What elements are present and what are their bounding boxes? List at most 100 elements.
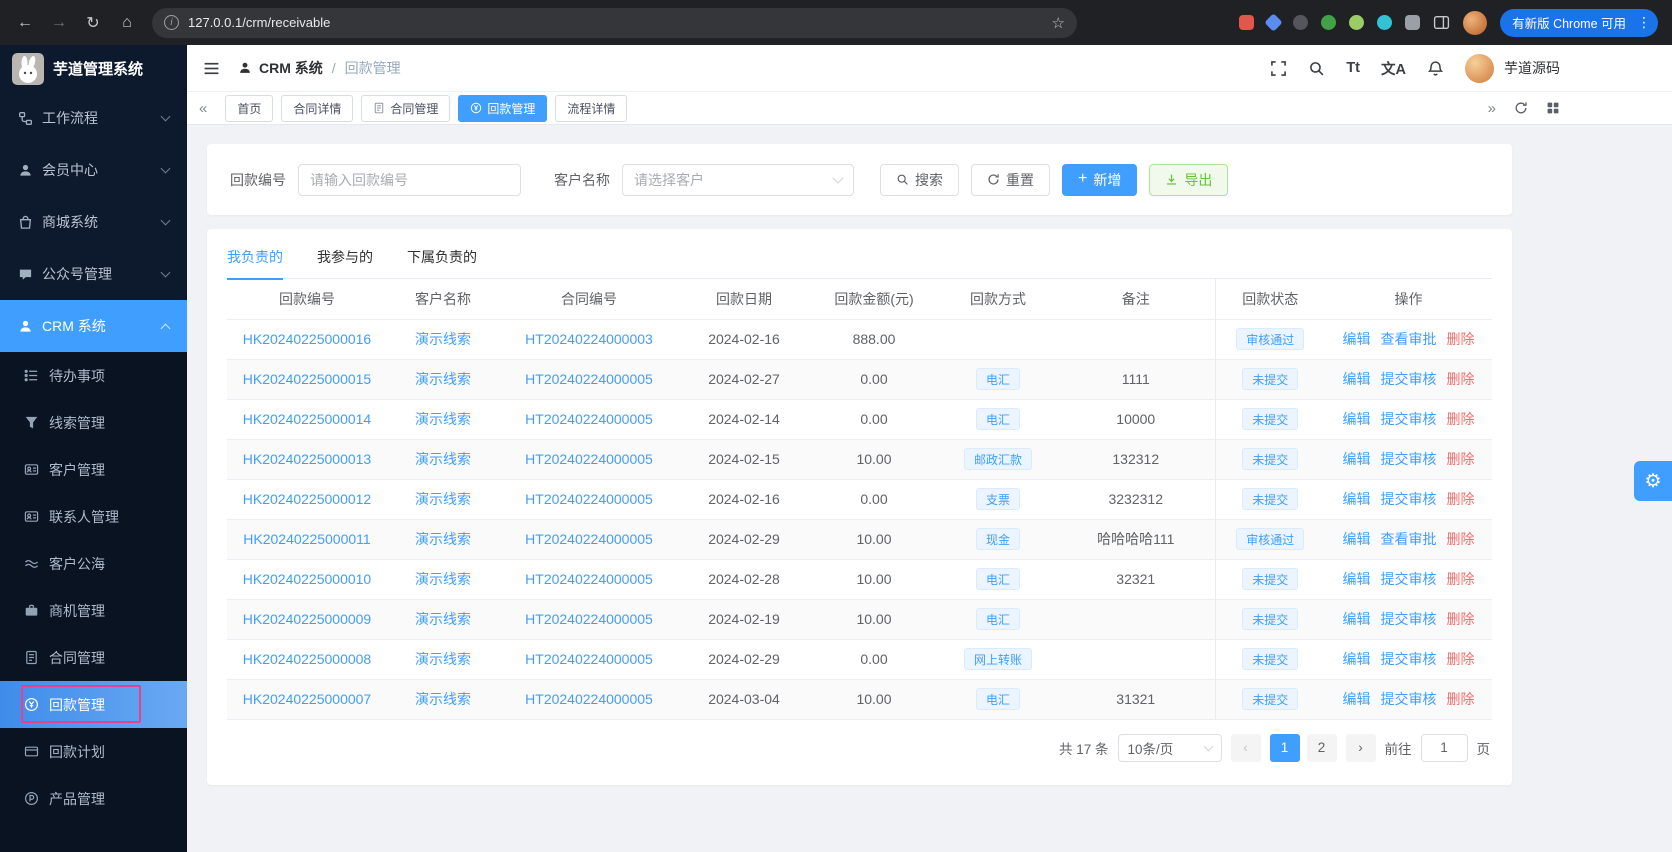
sidebar-item-workflow[interactable]: 工作流程 [0,92,187,144]
next-page-button[interactable]: › [1345,733,1376,762]
edit-link[interactable]: 编辑 [1343,611,1371,627]
contract-number-link[interactable]: HT20240224000005 [525,411,653,427]
translate-icon[interactable]: 文A [1381,58,1406,79]
extension-icon-teal[interactable] [1377,15,1393,30]
receivable-number-link[interactable]: HK20240225000010 [243,571,371,587]
sidebar-item-todo[interactable]: 待办事项 [0,352,187,399]
edit-link[interactable]: 编辑 [1343,491,1371,507]
address-bar[interactable]: i 127.0.0.1/crm/receivable ☆ [152,7,1077,38]
tab-process-detail[interactable]: 流程详情 [555,94,628,122]
receivable-number-link[interactable]: HK20240225000008 [243,651,371,667]
submit-approval-link[interactable]: 提交审核 [1381,491,1437,507]
receivable-number-link[interactable]: HK20240225000014 [243,411,371,427]
customer-name-link[interactable]: 演示线索 [415,651,471,667]
sidebar-item-mall[interactable]: 商城系统 [0,196,187,248]
browser-forward-icon[interactable]: → [44,8,74,38]
contract-number-link[interactable]: HT20240224000005 [525,651,653,667]
sidebar-item-public-pool[interactable]: 客户公海 [0,540,187,587]
sidebar-item-product[interactable]: 产品管理 [0,775,187,822]
chrome-update-button[interactable]: 有新版 Chrome 可用 ⋮ [1500,8,1658,37]
view-approval-link[interactable]: 查看审批 [1381,531,1437,547]
receivable-number-link[interactable]: HK20240225000011 [243,531,370,547]
edit-link[interactable]: 编辑 [1343,451,1371,467]
goto-page-input[interactable] [1420,733,1468,762]
tab-contract-manage[interactable]: 合同管理 [361,94,451,122]
fullscreen-icon[interactable] [1270,60,1287,77]
edit-link[interactable]: 编辑 [1343,331,1371,347]
receivable-number-input[interactable] [298,163,521,196]
contract-number-link[interactable]: HT20240224000005 [525,531,653,547]
browser-profile-avatar[interactable] [1463,10,1488,35]
site-info-icon[interactable]: i [164,15,179,30]
edit-link[interactable]: 编辑 [1343,651,1371,667]
search-icon[interactable] [1308,60,1325,77]
page-size-select[interactable]: 10条/页 [1117,733,1222,762]
tab-home[interactable]: 首页 [225,94,274,122]
extension-icon-puzzle[interactable] [1405,15,1421,30]
sidebar-item-contact[interactable]: 联系人管理 [0,493,187,540]
browser-back-icon[interactable]: ← [10,8,40,38]
customer-name-link[interactable]: 演示线索 [415,531,471,547]
submit-approval-link[interactable]: 提交审核 [1381,571,1437,587]
sidebar-item-crm[interactable]: CRM 系统 [0,300,187,352]
customer-name-link[interactable]: 演示线索 [415,411,471,427]
scene-tab-mine[interactable]: 我负责的 [227,235,283,280]
delete-link[interactable]: 删除 [1447,571,1475,587]
contract-number-link[interactable]: HT20240224000005 [525,571,653,587]
submit-approval-link[interactable]: 提交审核 [1381,611,1437,627]
contract-number-link[interactable]: HT20240224000005 [525,451,653,467]
sidebar-item-customer[interactable]: 客户管理 [0,446,187,493]
edit-link[interactable]: 编辑 [1343,571,1371,587]
contract-number-link[interactable]: HT20240224000005 [525,491,653,507]
customer-name-link[interactable]: 演示线索 [415,691,471,707]
sidebar-item-wechat-mp[interactable]: 公众号管理 [0,248,187,300]
font-size-icon[interactable]: Tt [1346,60,1360,76]
contract-number-link[interactable]: HT20240224000005 [525,371,653,387]
delete-link[interactable]: 删除 [1447,611,1475,627]
receivable-number-link[interactable]: HK20240225000007 [243,691,371,707]
sidebar-item-receivable[interactable]: 回款管理 [0,681,187,728]
contract-number-link[interactable]: HT20240224000003 [525,331,653,347]
layout-grid-icon[interactable] [1546,101,1560,115]
edit-link[interactable]: 编辑 [1343,411,1371,427]
receivable-number-link[interactable]: HK20240225000012 [243,491,371,507]
delete-link[interactable]: 删除 [1447,531,1475,547]
contract-number-link[interactable]: HT20240224000005 [525,611,653,627]
search-button[interactable]: 搜索 [880,163,959,196]
side-panel-icon[interactable] [1433,14,1450,31]
extension-icon-blue[interactable] [1264,13,1283,32]
submit-approval-link[interactable]: 提交审核 [1381,651,1437,667]
edit-link[interactable]: 编辑 [1343,531,1371,547]
breadcrumb-root[interactable]: CRM 系统 [259,58,323,78]
extension-icon-dark[interactable] [1293,15,1309,30]
tab-receivable-manage[interactable]: 回款管理 [458,94,548,122]
theme-settings-button[interactable]: ⚙ [1634,461,1672,501]
reset-button[interactable]: 重置 [971,163,1050,196]
sidebar-item-member[interactable]: 会员中心 [0,144,187,196]
customer-name-link[interactable]: 演示线索 [415,571,471,587]
customer-name-link[interactable]: 演示线索 [415,611,471,627]
delete-link[interactable]: 删除 [1447,691,1475,707]
receivable-number-link[interactable]: HK20240225000015 [243,371,371,387]
tabs-scroll-left-icon[interactable]: « [199,101,207,116]
delete-link[interactable]: 删除 [1447,331,1475,347]
sidebar-item-clue[interactable]: 线索管理 [0,399,187,446]
browser-home-icon[interactable]: ⌂ [112,8,142,38]
edit-link[interactable]: 编辑 [1343,691,1371,707]
view-approval-link[interactable]: 查看审批 [1381,331,1437,347]
extension-icon-green[interactable] [1321,15,1337,30]
bookmark-star-icon[interactable]: ☆ [1052,14,1065,32]
user-name[interactable]: 芋道源码 [1504,58,1560,78]
export-button[interactable]: 导出 [1149,163,1229,196]
app-logo[interactable]: 芋道管理系统 [0,45,187,92]
contract-number-link[interactable]: HT20240224000005 [525,691,653,707]
extension-icon-lightgreen[interactable] [1349,15,1365,30]
submit-approval-link[interactable]: 提交审核 [1381,691,1437,707]
submit-approval-link[interactable]: 提交审核 [1381,371,1437,387]
tab-contract-detail[interactable]: 合同详情 [281,94,354,122]
scene-tab-joined[interactable]: 我参与的 [317,235,373,279]
page-button-2[interactable]: 2 [1306,733,1337,762]
page-button-1[interactable]: 1 [1269,733,1300,762]
edit-link[interactable]: 编辑 [1343,371,1371,387]
browser-menu-icon[interactable]: ⋮ [1634,14,1654,31]
